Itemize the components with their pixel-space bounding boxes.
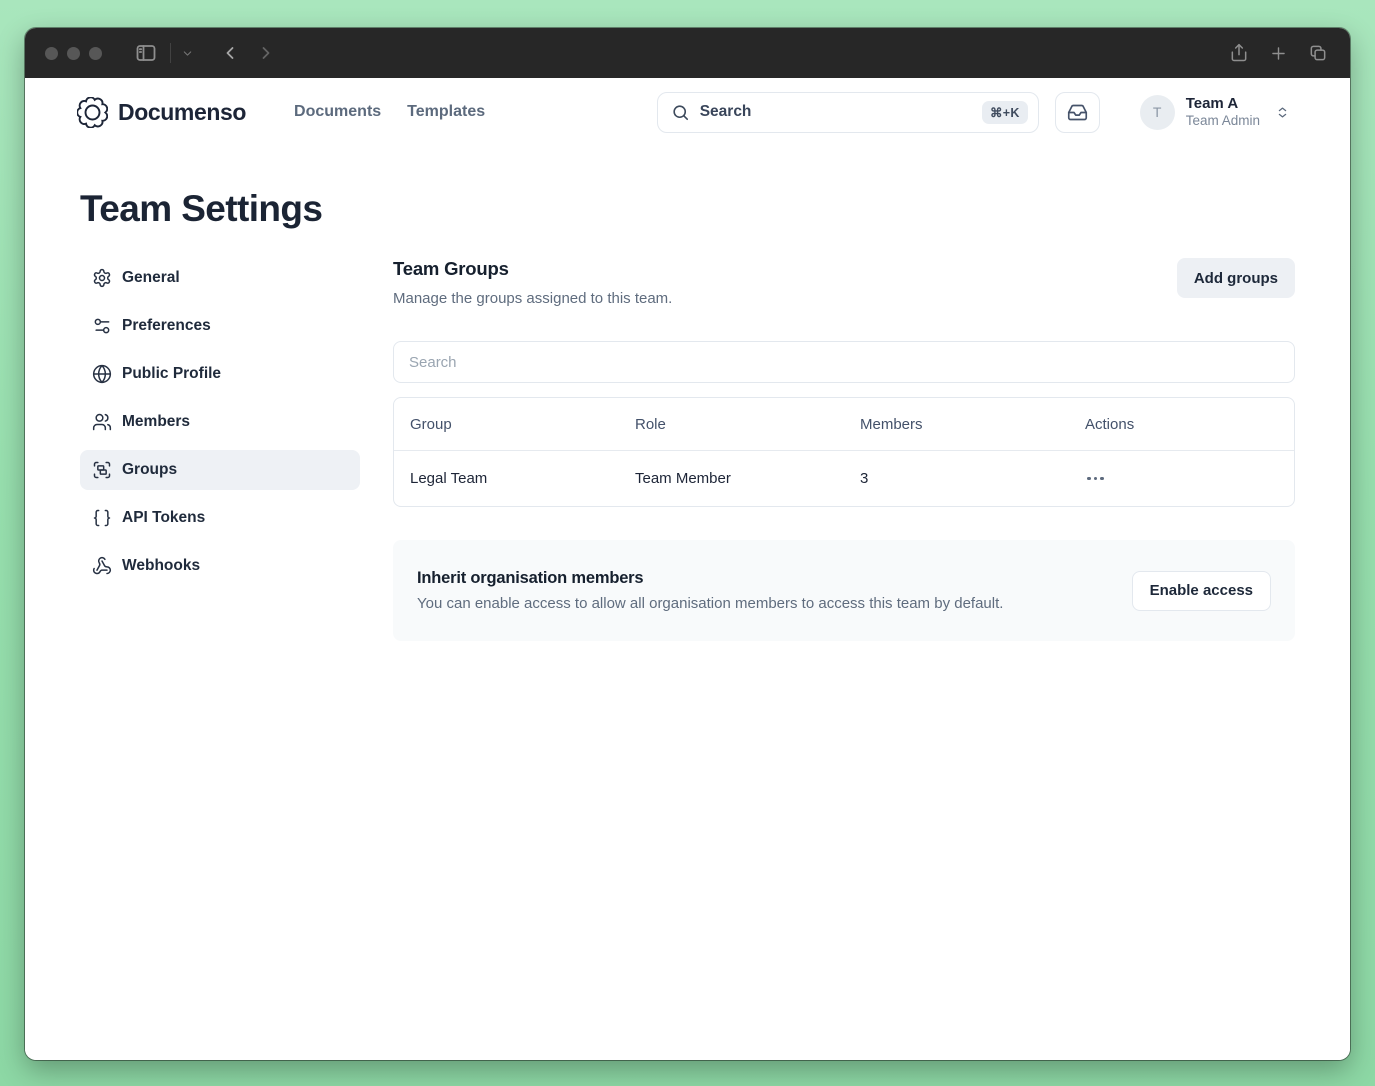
sidebar-item-label: Groups — [122, 461, 178, 478]
column-header-actions: Actions — [1085, 415, 1135, 433]
enable-access-button[interactable]: Enable access — [1131, 570, 1271, 611]
sidebar-toggle-icon — [134, 41, 158, 65]
tab-overview-button[interactable] — [1308, 43, 1328, 63]
search-shortcut-badge: ⌘+K — [981, 100, 1028, 124]
column-header-members: Members — [860, 415, 923, 433]
browser-window: Documenso Documents Templates ⌘+K T — [25, 28, 1350, 1060]
primary-nav: Documents Templates — [294, 103, 485, 121]
sidebar-item-label: Preferences — [122, 317, 211, 334]
browser-titlebar — [25, 28, 1350, 78]
nav-documents[interactable]: Documents — [294, 103, 381, 121]
new-tab-button[interactable] — [1269, 44, 1288, 63]
groups-table: Group Role Members Actions Legal Team Te… — [393, 397, 1295, 507]
minimize-window-button[interactable] — [67, 46, 80, 60]
ellipsis-icon — [1087, 476, 1091, 481]
gear-icon — [92, 268, 112, 288]
groups-search-input[interactable] — [393, 341, 1295, 383]
sidebar-toggle-button[interactable] — [134, 41, 158, 65]
tabs-overview-icon — [1308, 43, 1328, 63]
table-header-row: Group Role Members Actions — [394, 398, 1294, 450]
sidebar-item-label: API Tokens — [122, 509, 206, 526]
team-role: Team Admin — [1185, 112, 1260, 128]
close-window-button[interactable] — [45, 46, 58, 60]
share-button[interactable] — [1229, 43, 1249, 63]
page-title: Team Settings — [80, 188, 323, 229]
forward-button[interactable] — [256, 43, 276, 63]
sliders-icon — [92, 316, 112, 336]
ellipsis-icon — [1093, 476, 1097, 481]
search-icon — [671, 103, 690, 122]
cell-role: Team Member — [635, 470, 731, 487]
sidebar-item-preferences[interactable]: Preferences — [80, 306, 360, 346]
team-name: Team A — [1185, 94, 1239, 112]
section-description: Manage the groups assigned to this team. — [393, 290, 673, 307]
page-content: Documenso Documents Templates ⌘+K T — [25, 78, 1350, 1060]
global-search-input[interactable] — [699, 103, 972, 121]
add-groups-button[interactable]: Add groups — [1176, 258, 1295, 298]
back-button[interactable] — [220, 43, 240, 63]
users-icon — [92, 412, 112, 432]
brand-name: Documenso — [118, 98, 247, 125]
chevron-left-icon — [220, 43, 240, 63]
sidebar-item-public-profile[interactable]: Public Profile — [80, 354, 360, 394]
zoom-window-button[interactable] — [89, 46, 102, 60]
webhook-icon — [92, 556, 112, 576]
sidebar-item-api-tokens[interactable]: API Tokens — [80, 498, 360, 538]
inbox-icon — [1067, 102, 1088, 123]
section-header: Team Groups Manage the groups assigned t… — [393, 258, 1295, 307]
column-header-role: Role — [635, 415, 666, 433]
global-search[interactable]: ⌘+K — [656, 91, 1039, 133]
chevrons-up-down-icon — [1271, 105, 1290, 120]
titlebar-divider — [170, 43, 171, 63]
sidebar-item-groups[interactable]: Groups — [80, 450, 360, 490]
sidebar-item-label: Webhooks — [122, 557, 201, 574]
group-icon — [92, 460, 112, 480]
globe-icon — [92, 364, 112, 384]
settings-sidebar: General Preferences Public Profile Membe… — [80, 258, 360, 594]
section-title: Team Groups — [393, 258, 509, 279]
plus-icon — [1269, 44, 1288, 63]
cell-members: 3 — [860, 470, 869, 487]
sidebar-item-label: Members — [122, 413, 191, 430]
inherit-members-card: Inherit organisation members You can ena… — [393, 540, 1295, 641]
cell-group: Legal Team — [410, 470, 488, 487]
ellipsis-icon — [1100, 476, 1104, 481]
team-switcher[interactable]: T Team A Team Admin — [1139, 94, 1290, 130]
sidebar-item-webhooks[interactable]: Webhooks — [80, 546, 360, 586]
traffic-lights — [45, 46, 102, 60]
share-icon — [1229, 43, 1249, 63]
chevron-down-icon — [181, 47, 194, 60]
inbox-button[interactable] — [1054, 91, 1100, 133]
chevron-right-icon — [256, 43, 276, 63]
documenso-logo-icon — [77, 96, 108, 128]
sidebar-item-general[interactable]: General — [80, 258, 360, 298]
sidebar-item-label: Public Profile — [122, 365, 222, 382]
team-avatar: T — [1139, 94, 1175, 130]
column-header-group: Group — [410, 415, 452, 433]
app-header: Documenso Documents Templates ⌘+K T — [25, 78, 1350, 144]
nav-templates[interactable]: Templates — [407, 103, 485, 121]
sidebar-item-members[interactable]: Members — [80, 402, 360, 442]
sidebar-menu-chevron-button[interactable] — [181, 47, 194, 60]
inherit-description: You can enable access to allow all organ… — [417, 595, 1004, 612]
sidebar-item-label: General — [122, 269, 180, 286]
row-actions-button[interactable] — [1085, 473, 1106, 485]
braces-icon — [92, 508, 112, 528]
brand[interactable]: Documenso — [77, 96, 247, 128]
groups-panel: Team Groups Manage the groups assigned t… — [393, 258, 1295, 641]
settings-layout: General Preferences Public Profile Membe… — [25, 258, 1350, 641]
inherit-title: Inherit organisation members — [417, 569, 644, 587]
table-row: Legal Team Team Member 3 — [394, 450, 1294, 506]
